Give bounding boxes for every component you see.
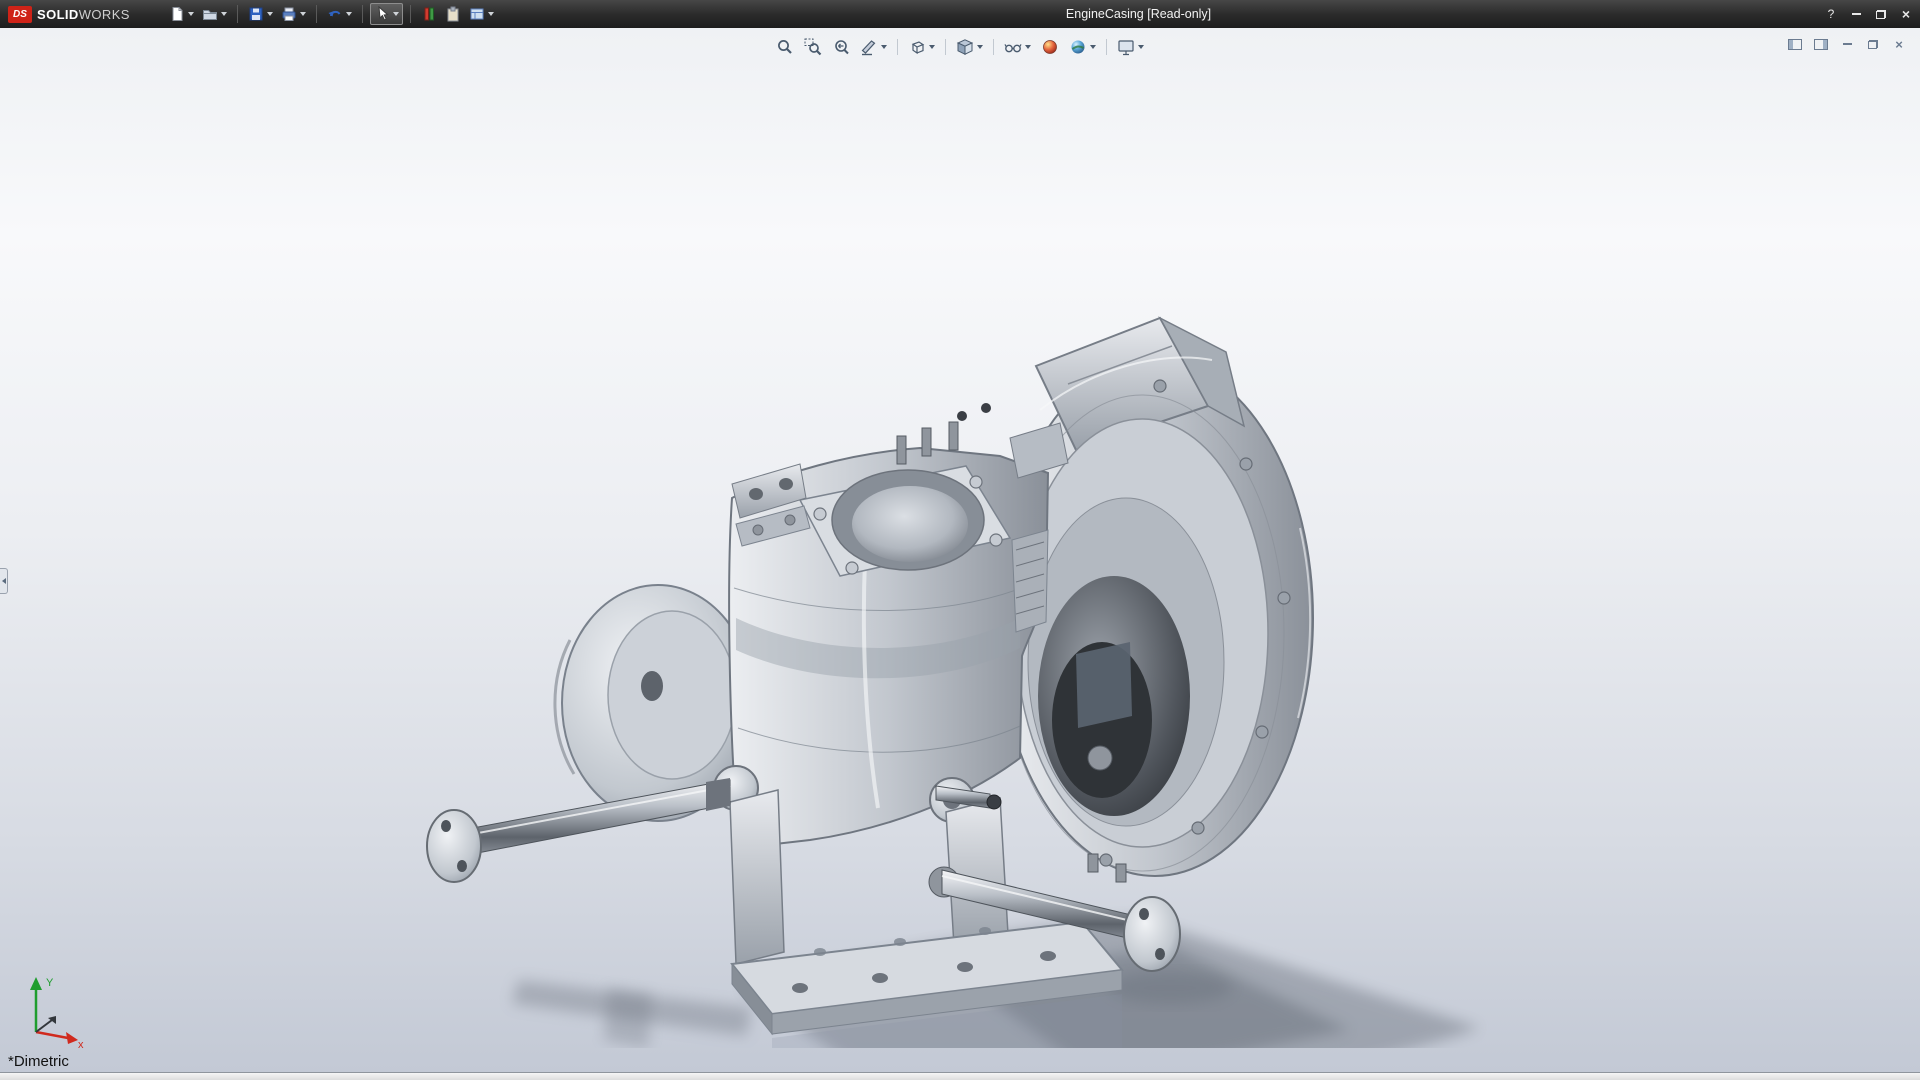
view-orientation-icon <box>908 38 926 56</box>
chevron-down-icon[interactable] <box>977 45 983 49</box>
chevron-down-icon[interactable] <box>881 45 887 49</box>
help-button[interactable]: ? <box>1822 5 1840 23</box>
display-style-icon <box>956 38 974 56</box>
view-settings-button[interactable] <box>1114 36 1147 58</box>
edit-appearance-icon <box>1041 38 1059 56</box>
color-swatches-button[interactable] <box>418 4 440 24</box>
section-view-icon <box>860 38 878 56</box>
edit-appearance-button[interactable] <box>1038 36 1062 58</box>
window-title: EngineCasing [Read-only] <box>1066 7 1211 21</box>
print-button[interactable] <box>278 4 309 24</box>
previous-view-button[interactable] <box>829 36 853 58</box>
select-button[interactable] <box>370 3 403 25</box>
select-cursor-icon <box>374 6 390 22</box>
minimize-icon <box>1852 13 1861 15</box>
close-button[interactable]: × <box>1897 5 1915 23</box>
hide-show-items-button[interactable] <box>1001 36 1034 58</box>
solidworks-window: DS SOLIDWORKS <box>0 0 1920 1080</box>
orientation-triad: Y x <box>18 972 88 1050</box>
toolbar-separator <box>1106 39 1107 55</box>
document-restore-button[interactable] <box>1864 36 1882 52</box>
options-sheet-icon <box>469 6 485 22</box>
apply-scene-button[interactable] <box>1066 36 1099 58</box>
minimize-icon <box>1843 43 1852 45</box>
title-bar: DS SOLIDWORKS <box>0 0 1920 28</box>
document-close-button[interactable]: × <box>1890 36 1908 52</box>
zoom-to-area-icon <box>804 38 822 56</box>
zoom-to-fit-button[interactable] <box>773 36 797 58</box>
chevron-down-icon[interactable] <box>1090 45 1096 49</box>
engine-casing-model[interactable] <box>400 288 1520 1048</box>
minimize-button[interactable] <box>1847 5 1865 23</box>
brand-text: SOLIDWORKS <box>37 7 130 22</box>
document-minimize-button[interactable] <box>1838 36 1856 52</box>
pane-left-icon <box>1788 39 1802 50</box>
save-button[interactable] <box>245 4 276 24</box>
color-swatches-icon <box>421 6 437 22</box>
graphics-area[interactable]: × <box>0 28 1920 1072</box>
section-view-button[interactable] <box>857 36 890 58</box>
chevron-down-icon[interactable] <box>300 12 306 16</box>
featuremanager-flyout-tab[interactable] <box>0 568 8 594</box>
toolbar-separator <box>897 39 898 55</box>
document-window-controls: × <box>1786 36 1908 52</box>
status-bar <box>0 1072 1920 1080</box>
restore-icon <box>1868 40 1878 49</box>
apply-scene-icon <box>1069 38 1087 56</box>
previous-view-icon <box>832 38 850 56</box>
hide-show-items-icon <box>1004 38 1022 56</box>
chevron-down-icon[interactable] <box>393 12 399 16</box>
toolbar-separator <box>993 39 994 55</box>
print-icon <box>281 6 297 22</box>
triad-x-label: x <box>78 1039 84 1050</box>
toolbar-separator <box>410 5 411 23</box>
restore-icon <box>1876 10 1886 19</box>
display-style-button[interactable] <box>953 36 986 58</box>
toolbar-separator <box>237 5 238 23</box>
close-icon: × <box>1895 38 1903 51</box>
paste-appearance-button[interactable] <box>442 4 464 24</box>
save-icon <box>248 6 264 22</box>
toolbar-separator <box>362 5 363 23</box>
gearbox-block[interactable] <box>729 403 1068 848</box>
window-controls: ? × <box>1822 0 1915 28</box>
view-orientation-label: *Dimetric <box>8 1053 69 1070</box>
heads-up-toolbar <box>773 36 1147 58</box>
open-document-button[interactable] <box>199 4 230 24</box>
shaft-front[interactable] <box>427 778 730 882</box>
new-document-icon <box>169 6 185 22</box>
paste-appearance-icon <box>445 6 461 22</box>
chevron-down-icon[interactable] <box>221 12 227 16</box>
chevron-down-icon[interactable] <box>1138 45 1144 49</box>
triad-y-label: Y <box>46 977 54 989</box>
dassault-logo-icon: DS <box>8 6 32 23</box>
chevron-down-icon[interactable] <box>929 45 935 49</box>
view-settings-icon <box>1117 38 1135 56</box>
restore-button[interactable] <box>1872 5 1890 23</box>
close-icon: × <box>1902 7 1910 21</box>
brand-bold: SOLID <box>37 7 79 22</box>
options-sheet-button[interactable] <box>466 4 497 24</box>
chevron-down-icon[interactable] <box>1025 45 1031 49</box>
pane-right-icon <box>1814 39 1828 50</box>
open-document-icon <box>202 6 218 22</box>
undo-icon <box>327 6 343 22</box>
chevron-down-icon[interactable] <box>346 12 352 16</box>
chevron-down-icon[interactable] <box>188 12 194 16</box>
toggle-left-pane-button[interactable] <box>1786 36 1804 52</box>
chevron-down-icon[interactable] <box>267 12 273 16</box>
new-document-button[interactable] <box>166 4 197 24</box>
undo-button[interactable] <box>324 4 355 24</box>
zoom-to-fit-icon <box>776 38 794 56</box>
chevron-down-icon[interactable] <box>488 12 494 16</box>
toolbar-separator <box>316 5 317 23</box>
toolbar-separator <box>945 39 946 55</box>
toggle-right-pane-button[interactable] <box>1812 36 1830 52</box>
standard-toolbar <box>166 3 497 25</box>
view-orientation-button[interactable] <box>905 36 938 58</box>
solidworks-logo: DS SOLIDWORKS <box>0 6 140 23</box>
zoom-to-area-button[interactable] <box>801 36 825 58</box>
brand-light: WORKS <box>79 7 130 22</box>
